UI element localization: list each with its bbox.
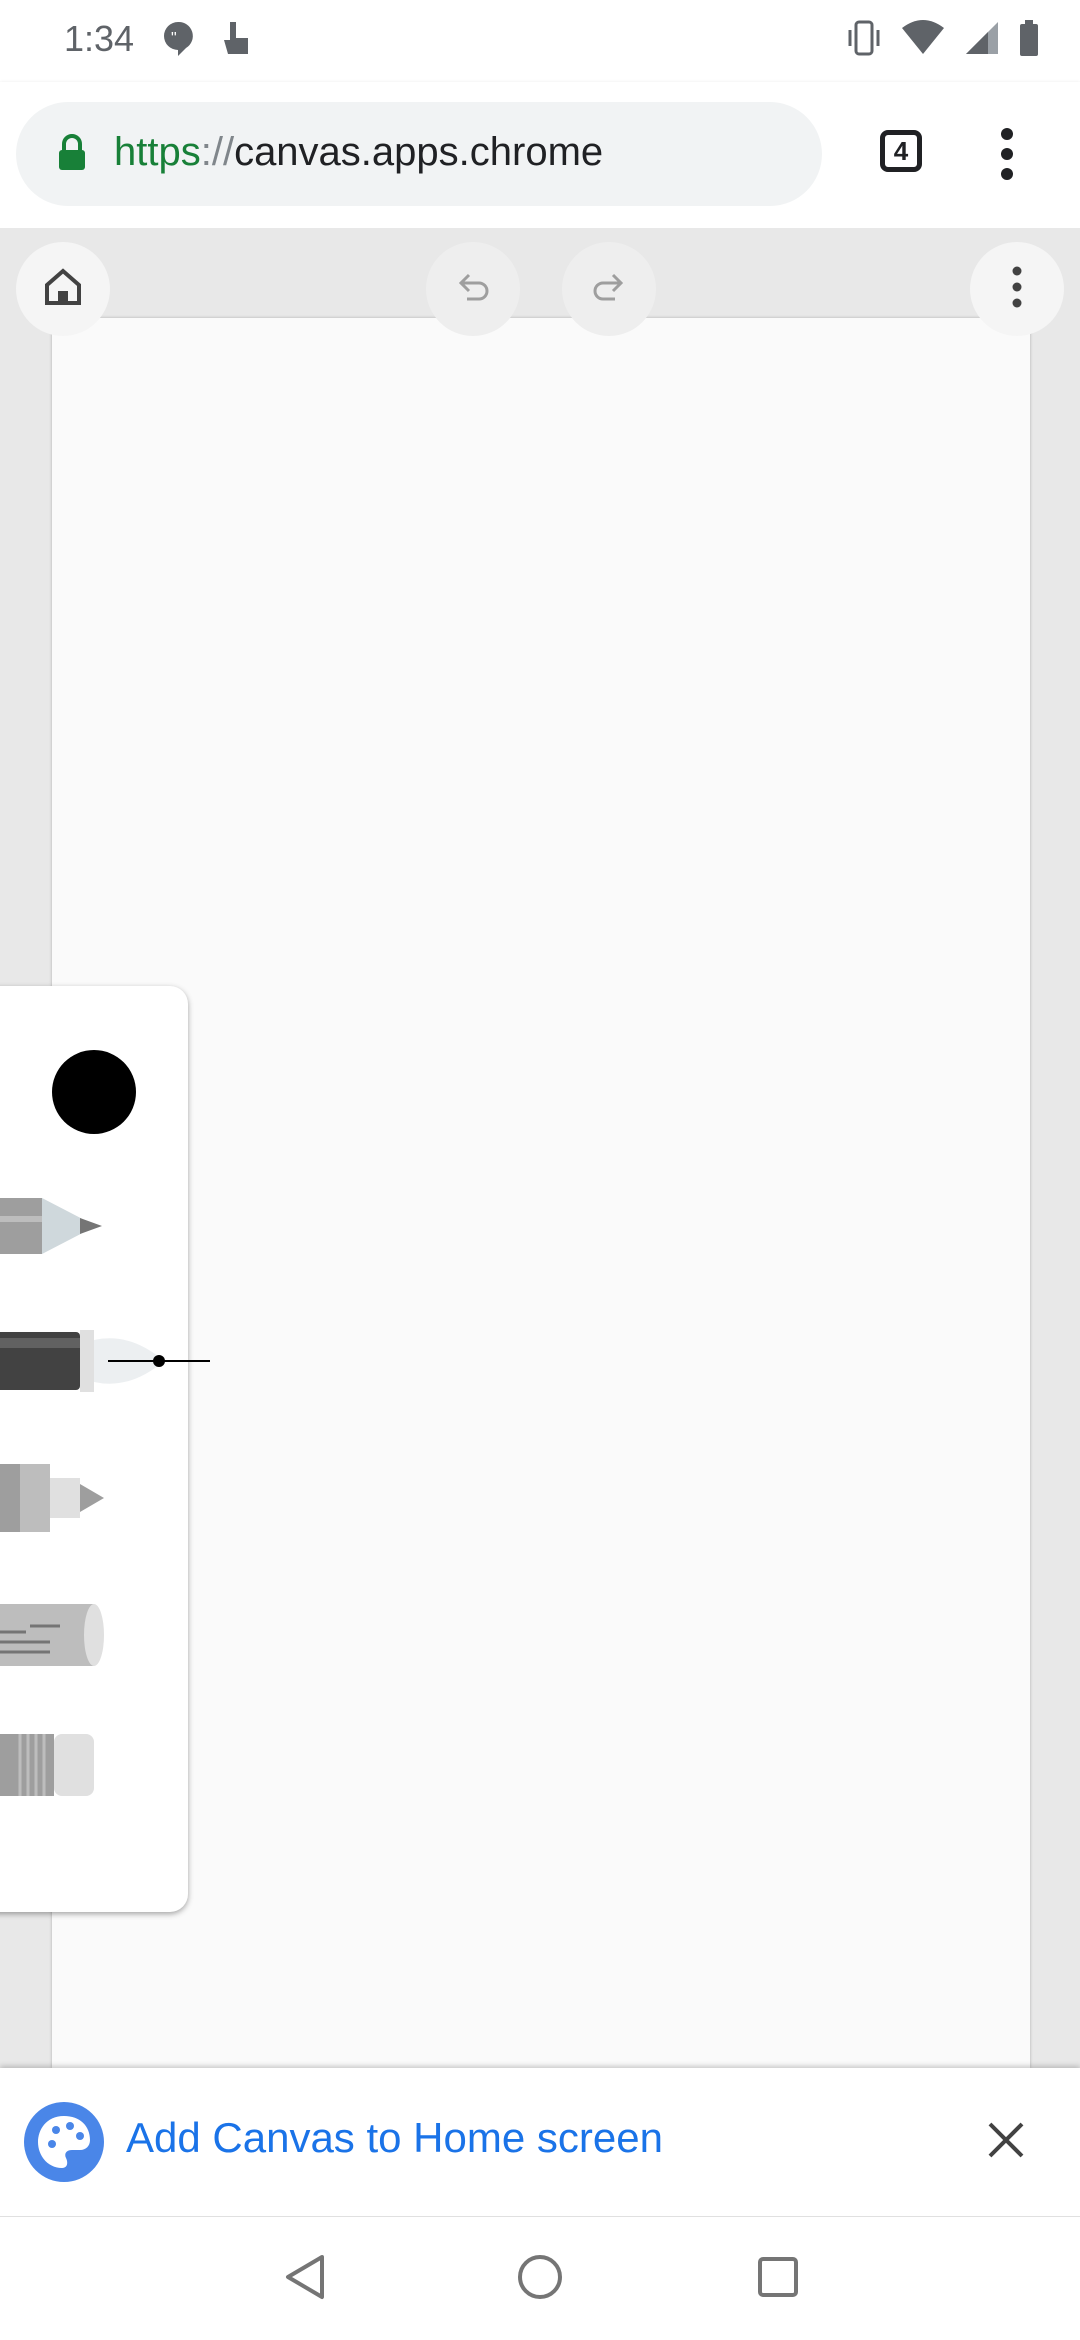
touch-notification-icon xyxy=(218,18,254,63)
vibrate-icon xyxy=(846,18,882,63)
more-vert-icon[interactable] xyxy=(990,126,1024,187)
canvas-area xyxy=(0,228,1080,2068)
add-to-home-banner[interactable]: Add Canvas to Home screen xyxy=(0,2068,1080,2216)
url-host: canvas.apps.chrome xyxy=(234,130,604,174)
pen-tool[interactable] xyxy=(0,1328,216,1399)
color-picker-swatch[interactable] xyxy=(52,1050,136,1134)
wifi-icon xyxy=(900,18,946,63)
url-separator: :// xyxy=(200,130,235,174)
home-circle-icon[interactable] xyxy=(514,2251,566,2308)
redo-button[interactable] xyxy=(562,242,656,336)
pencil-tool[interactable] xyxy=(0,1196,120,1261)
home-icon xyxy=(43,267,83,312)
marker-tool[interactable] xyxy=(0,1460,120,1541)
canvas-menu-button[interactable] xyxy=(970,242,1064,336)
status-bar: 1:34 " xyxy=(0,0,1080,82)
lock-icon xyxy=(56,134,88,179)
close-icon[interactable] xyxy=(984,2118,1028,2167)
system-nav-bar xyxy=(0,2216,1080,2340)
svg-text:": " xyxy=(171,30,177,47)
undo-icon xyxy=(453,267,493,312)
chalk-tool[interactable] xyxy=(0,1602,120,1673)
back-icon[interactable] xyxy=(282,2251,328,2308)
more-vert-icon xyxy=(1007,265,1027,314)
url-bar[interactable]: https://canvas.apps.chrome xyxy=(16,102,822,206)
tab-count: 4 xyxy=(893,135,909,166)
canvas-palette-icon xyxy=(24,2102,104,2182)
home-button[interactable] xyxy=(16,242,110,336)
url-text: https://canvas.apps.chrome xyxy=(114,130,603,175)
status-time: 1:34 xyxy=(64,18,135,59)
redo-icon xyxy=(589,267,629,312)
tool-panel xyxy=(0,986,210,1912)
battery-icon xyxy=(1018,18,1040,63)
drawing-paper[interactable] xyxy=(52,318,1030,2068)
recents-icon[interactable] xyxy=(754,2251,802,2308)
banner-text[interactable]: Add Canvas to Home screen xyxy=(126,2114,663,2162)
browser-toolbar: https://canvas.apps.chrome 4 xyxy=(0,82,1080,228)
tab-switcher-icon[interactable]: 4 xyxy=(880,130,922,172)
url-scheme: https xyxy=(114,130,201,174)
quote-notification-icon: " xyxy=(160,18,196,63)
eraser-tool[interactable] xyxy=(0,1732,120,1803)
undo-button[interactable] xyxy=(426,242,520,336)
status-icons xyxy=(846,18,1040,63)
signal-icon xyxy=(964,18,1000,63)
